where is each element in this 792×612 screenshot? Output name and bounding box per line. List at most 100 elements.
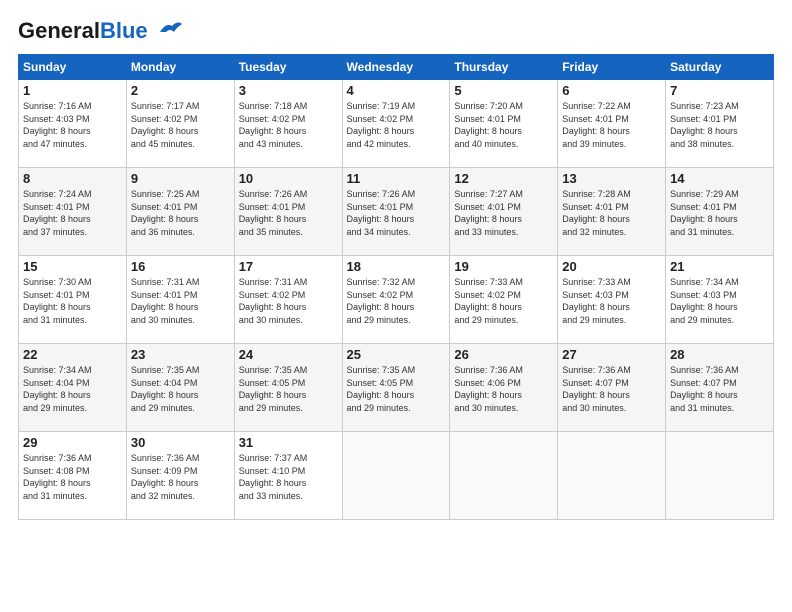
calendar-cell (666, 432, 774, 520)
day-info: Sunrise: 7:36 AM Sunset: 4:08 PM Dayligh… (23, 452, 122, 502)
day-number: 26 (454, 347, 553, 362)
day-number: 14 (670, 171, 769, 186)
calendar-cell: 7 Sunrise: 7:23 AM Sunset: 4:01 PM Daylig… (666, 80, 774, 168)
day-number: 19 (454, 259, 553, 274)
weekday-header-saturday: Saturday (666, 55, 774, 80)
day-info: Sunrise: 7:36 AM Sunset: 4:07 PM Dayligh… (562, 364, 661, 414)
day-number: 16 (131, 259, 230, 274)
day-info: Sunrise: 7:17 AM Sunset: 4:02 PM Dayligh… (131, 100, 230, 150)
day-info: Sunrise: 7:23 AM Sunset: 4:01 PM Dayligh… (670, 100, 769, 150)
weekday-header-friday: Friday (558, 55, 666, 80)
calendar-cell: 27 Sunrise: 7:36 AM Sunset: 4:07 PM Dayli… (558, 344, 666, 432)
calendar-week-3: 15 Sunrise: 7:30 AM Sunset: 4:01 PM Dayli… (19, 256, 774, 344)
calendar-cell: 8Sunrise: 7:24 AM Sunset: 4:01 PM Daylig… (19, 168, 127, 256)
day-number: 3 (239, 83, 338, 98)
calendar-week-4: 22 Sunrise: 7:34 AM Sunset: 4:04 PM Dayli… (19, 344, 774, 432)
logo-text: GeneralBlue (18, 18, 148, 44)
day-info: Sunrise: 7:32 AM Sunset: 4:02 PM Dayligh… (347, 276, 446, 326)
calendar-cell: 16 Sunrise: 7:31 AM Sunset: 4:01 PM Dayli… (126, 256, 234, 344)
calendar-cell: 11 Sunrise: 7:26 AM Sunset: 4:01 PM Dayli… (342, 168, 450, 256)
day-info: Sunrise: 7:26 AM Sunset: 4:01 PM Dayligh… (239, 188, 338, 238)
day-number: 18 (347, 259, 446, 274)
day-info: Sunrise: 7:36 AM Sunset: 4:06 PM Dayligh… (454, 364, 553, 414)
calendar-cell: 15 Sunrise: 7:30 AM Sunset: 4:01 PM Dayli… (19, 256, 127, 344)
day-number: 31 (239, 435, 338, 450)
day-info: Sunrise: 7:31 AM Sunset: 4:01 PM Dayligh… (131, 276, 230, 326)
calendar-week-5: 29 Sunrise: 7:36 AM Sunset: 4:08 PM Dayli… (19, 432, 774, 520)
calendar-week-2: 8Sunrise: 7:24 AM Sunset: 4:01 PM Daylig… (19, 168, 774, 256)
day-number: 13 (562, 171, 661, 186)
calendar-cell (558, 432, 666, 520)
calendar-week-1: 1Sunrise: 7:16 AM Sunset: 4:03 PM Daylig… (19, 80, 774, 168)
day-number: 27 (562, 347, 661, 362)
day-number: 5 (454, 83, 553, 98)
day-number: 12 (454, 171, 553, 186)
calendar-cell: 18 Sunrise: 7:32 AM Sunset: 4:02 PM Dayli… (342, 256, 450, 344)
calendar-cell: 2 Sunrise: 7:17 AM Sunset: 4:02 PM Daylig… (126, 80, 234, 168)
calendar-cell: 26 Sunrise: 7:36 AM Sunset: 4:06 PM Dayli… (450, 344, 558, 432)
day-info: Sunrise: 7:34 AM Sunset: 4:04 PM Dayligh… (23, 364, 122, 414)
calendar-cell: 10 Sunrise: 7:26 AM Sunset: 4:01 PM Dayli… (234, 168, 342, 256)
day-number: 2 (131, 83, 230, 98)
day-number: 8 (23, 171, 122, 186)
calendar-cell: 31 Sunrise: 7:37 AM Sunset: 4:10 PM Dayli… (234, 432, 342, 520)
day-info: Sunrise: 7:29 AM Sunset: 4:01 PM Dayligh… (670, 188, 769, 238)
calendar-cell: 29 Sunrise: 7:36 AM Sunset: 4:08 PM Dayli… (19, 432, 127, 520)
day-number: 7 (670, 83, 769, 98)
calendar-cell: 25 Sunrise: 7:35 AM Sunset: 4:05 PM Dayli… (342, 344, 450, 432)
calendar-cell: 1Sunrise: 7:16 AM Sunset: 4:03 PM Daylig… (19, 80, 127, 168)
day-info: Sunrise: 7:36 AM Sunset: 4:07 PM Dayligh… (670, 364, 769, 414)
day-number: 15 (23, 259, 122, 274)
calendar-cell: 3 Sunrise: 7:18 AM Sunset: 4:02 PM Daylig… (234, 80, 342, 168)
day-number: 20 (562, 259, 661, 274)
calendar-cell: 23Sunrise: 7:35 AM Sunset: 4:04 PM Dayli… (126, 344, 234, 432)
day-info: Sunrise: 7:22 AM Sunset: 4:01 PM Dayligh… (562, 100, 661, 150)
day-info: Sunrise: 7:25 AM Sunset: 4:01 PM Dayligh… (131, 188, 230, 238)
day-info: Sunrise: 7:30 AM Sunset: 4:01 PM Dayligh… (23, 276, 122, 326)
calendar-cell: 20 Sunrise: 7:33 AM Sunset: 4:03 PM Dayli… (558, 256, 666, 344)
day-number: 24 (239, 347, 338, 362)
calendar-cell: 28Sunrise: 7:36 AM Sunset: 4:07 PM Dayli… (666, 344, 774, 432)
calendar-cell: 17 Sunrise: 7:31 AM Sunset: 4:02 PM Dayli… (234, 256, 342, 344)
calendar-cell: 4 Sunrise: 7:19 AM Sunset: 4:02 PM Daylig… (342, 80, 450, 168)
calendar-cell: 30Sunrise: 7:36 AM Sunset: 4:09 PM Dayli… (126, 432, 234, 520)
calendar-cell: 6 Sunrise: 7:22 AM Sunset: 4:01 PM Daylig… (558, 80, 666, 168)
day-number: 22 (23, 347, 122, 362)
day-info: Sunrise: 7:36 AM Sunset: 4:09 PM Dayligh… (131, 452, 230, 502)
day-info: Sunrise: 7:37 AM Sunset: 4:10 PM Dayligh… (239, 452, 338, 502)
day-number: 21 (670, 259, 769, 274)
logo: GeneralBlue (18, 18, 184, 44)
logo-bird-icon (152, 18, 184, 40)
calendar-cell: 22 Sunrise: 7:34 AM Sunset: 4:04 PM Dayli… (19, 344, 127, 432)
day-info: Sunrise: 7:34 AM Sunset: 4:03 PM Dayligh… (670, 276, 769, 326)
day-number: 11 (347, 171, 446, 186)
day-number: 10 (239, 171, 338, 186)
calendar-cell: 21 Sunrise: 7:34 AM Sunset: 4:03 PM Dayli… (666, 256, 774, 344)
day-info: Sunrise: 7:19 AM Sunset: 4:02 PM Dayligh… (347, 100, 446, 150)
day-info: Sunrise: 7:26 AM Sunset: 4:01 PM Dayligh… (347, 188, 446, 238)
page-container: GeneralBlue SundayMondayTuesdayWednesday… (0, 0, 792, 530)
weekday-header-sunday: Sunday (19, 55, 127, 80)
day-info: Sunrise: 7:33 AM Sunset: 4:02 PM Dayligh… (454, 276, 553, 326)
day-info: Sunrise: 7:31 AM Sunset: 4:02 PM Dayligh… (239, 276, 338, 326)
weekday-header-wednesday: Wednesday (342, 55, 450, 80)
day-number: 25 (347, 347, 446, 362)
calendar-cell: 13Sunrise: 7:28 AM Sunset: 4:01 PM Dayli… (558, 168, 666, 256)
day-number: 17 (239, 259, 338, 274)
day-number: 6 (562, 83, 661, 98)
calendar-cell: 14 Sunrise: 7:29 AM Sunset: 4:01 PM Dayli… (666, 168, 774, 256)
calendar-cell (342, 432, 450, 520)
day-info: Sunrise: 7:33 AM Sunset: 4:03 PM Dayligh… (562, 276, 661, 326)
day-number: 4 (347, 83, 446, 98)
day-info: Sunrise: 7:18 AM Sunset: 4:02 PM Dayligh… (239, 100, 338, 150)
day-info: Sunrise: 7:20 AM Sunset: 4:01 PM Dayligh… (454, 100, 553, 150)
calendar-cell: 9Sunrise: 7:25 AM Sunset: 4:01 PM Daylig… (126, 168, 234, 256)
weekday-header-monday: Monday (126, 55, 234, 80)
calendar-cell: 24Sunrise: 7:35 AM Sunset: 4:05 PM Dayli… (234, 344, 342, 432)
weekday-header-tuesday: Tuesday (234, 55, 342, 80)
calendar-table: SundayMondayTuesdayWednesdayThursdayFrid… (18, 54, 774, 520)
calendar-header-row: SundayMondayTuesdayWednesdayThursdayFrid… (19, 55, 774, 80)
day-info: Sunrise: 7:35 AM Sunset: 4:05 PM Dayligh… (347, 364, 446, 414)
day-number: 1 (23, 83, 122, 98)
day-number: 29 (23, 435, 122, 450)
